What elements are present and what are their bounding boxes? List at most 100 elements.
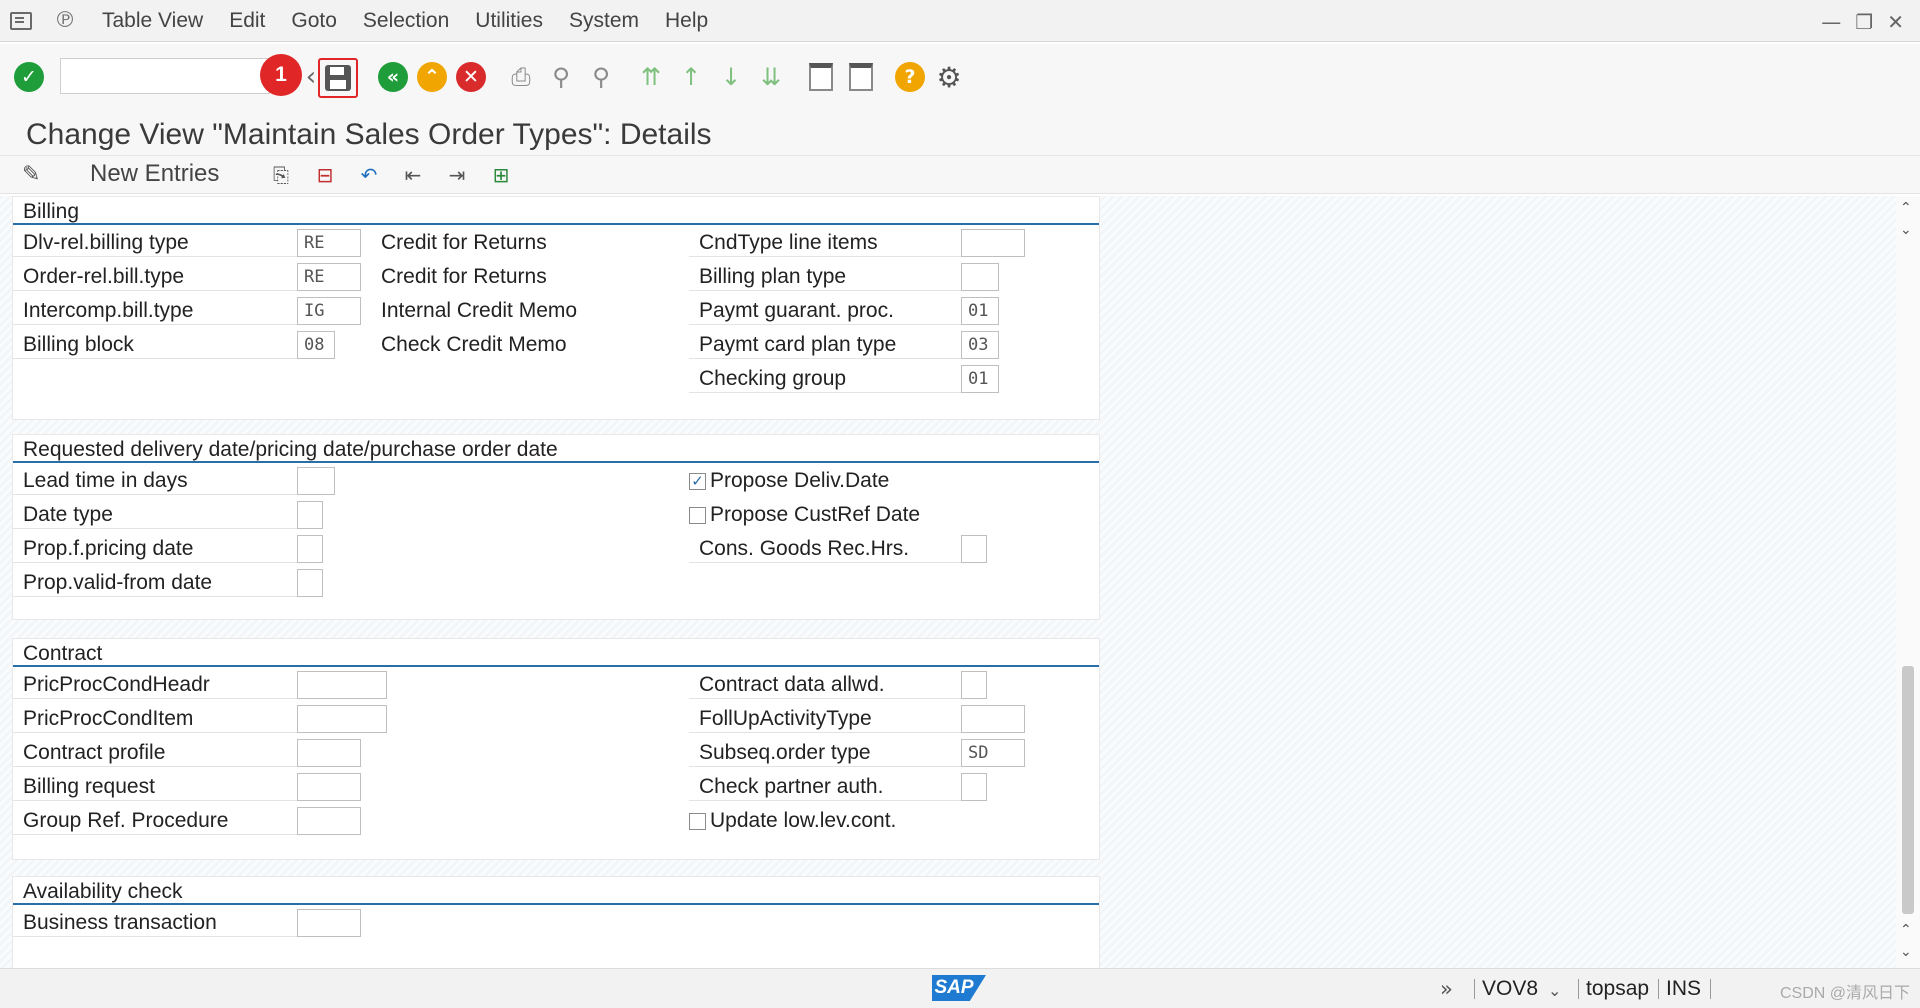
previous-page-icon[interactable]: ↑ [676,62,706,92]
paymt-card-plan-type-label: Paymt card plan type [689,331,961,359]
customize-layout-icon[interactable]: ℗ [54,8,76,33]
print-icon[interactable]: ⎙ [506,62,536,92]
menu-goto[interactable]: Goto [291,9,337,33]
vertical-scrollbar[interactable]: ⌃ ⌄ ⌃ ⌄ [1896,196,1920,968]
prop-valid-from-date-field[interactable] [297,569,323,597]
contract-data-allwd-field[interactable] [961,671,987,699]
menu-bar: ℗ Table View Edit Goto Selection Utiliti… [0,0,1920,42]
application-toolbar: ✎ New Entries ⎘ ⊟ ↶ ⇤ ⇥ ⊞ [0,156,1920,194]
group-divider [13,903,1099,905]
order-rel-bill-type-field[interactable]: RE [297,263,361,291]
menu-table-view[interactable]: Table View [102,9,203,33]
standard-toolbar: ✓ 1 ‹ « ⌃ ✕ ⎙ ⚲ ⚲ ⇈ ↑ ↓ ⇊ ? ⚙ [0,44,1920,110]
intercomp-bill-type-field[interactable]: IG [297,297,361,325]
dlv-rel-billing-type-field[interactable]: RE [297,229,361,257]
pricproc-cond-item-field[interactable] [297,705,387,733]
contract-group: Contract PricProcCondHeadr PricProcCondI… [12,638,1100,860]
dlv-rel-billing-type-desc: Credit for Returns [381,231,547,254]
save-button[interactable] [318,58,358,98]
menu-icon[interactable] [10,11,32,30]
availability-group: Availability check Business transaction [12,876,1100,968]
new-session-icon[interactable] [806,62,836,92]
checking-group-label: Checking group [689,365,961,393]
enter-icon[interactable]: ✓ [14,62,44,92]
group-divider [13,665,1099,667]
group-ref-procedure-field[interactable] [297,807,361,835]
contract-profile-field[interactable] [297,739,361,767]
new-entries-button[interactable]: New Entries [90,160,219,188]
billing-request-field[interactable] [297,773,361,801]
scroll-up-icon[interactable]: ⌃ [1900,200,1912,216]
select-all-icon[interactable]: ⊞ [488,162,514,188]
menu-utilities[interactable]: Utilities [475,9,543,33]
menu-edit[interactable]: Edit [229,9,265,33]
contract-group-title: Contract [23,642,103,665]
dlv-rel-billing-type-label: Dlv-rel.billing type [13,229,297,257]
billing-plan-type-label: Billing plan type [689,263,961,291]
exit-icon[interactable]: ⌃ [417,62,447,92]
display-change-icon[interactable]: ✎ [22,162,40,187]
command-field[interactable] [60,58,270,94]
status-separator [1578,979,1579,999]
previous-entry-icon[interactable]: ⇤ [400,162,426,188]
find-next-icon[interactable]: ⚲ [586,62,616,92]
date-type-field[interactable] [297,501,323,529]
propose-deliv-date-checkbox[interactable]: ✓ [689,473,706,490]
cndtype-line-items-field[interactable] [961,229,1025,257]
cancel-icon[interactable]: ✕ [456,62,486,92]
create-shortcut-icon[interactable] [846,62,876,92]
contract-data-allwd-label: Contract data allwd. [689,671,961,699]
propose-custref-date-checkbox[interactable] [689,507,706,524]
chevron-down-icon[interactable]: ⌄ [1548,981,1561,1000]
paymt-card-plan-type-field[interactable]: 03 [961,331,999,359]
propose-deliv-date-label: Propose Deliv.Date [710,469,890,492]
prop-pricing-date-field[interactable] [297,535,323,563]
check-partner-auth-field[interactable] [961,773,987,801]
help-icon[interactable]: ? [895,62,925,92]
last-page-icon[interactable]: ⇊ [756,62,786,92]
restore-icon[interactable]: ❐ [1855,10,1873,34]
scrollbar-thumb[interactable] [1902,666,1914,914]
next-entry-icon[interactable]: ⇥ [444,162,470,188]
menu-help[interactable]: Help [665,9,708,33]
group-divider [13,223,1099,225]
find-icon[interactable]: ⚲ [546,62,576,92]
business-transaction-field[interactable] [297,909,361,937]
prop-pricing-date-label: Prop.f.pricing date [13,535,297,563]
propose-custref-date-label: Propose CustRef Date [710,503,921,526]
menu-system[interactable]: System [569,9,639,33]
update-low-lev-cont-checkbox[interactable] [689,813,706,830]
paymt-guarant-proc-field[interactable]: 01 [961,297,999,325]
checking-group-field[interactable]: 01 [961,365,999,393]
update-low-lev-cont-label: Update low.lev.cont. [710,809,897,832]
scroll-page-down-icon[interactable]: ⌄ [1900,222,1912,238]
lead-time-field[interactable] [297,467,335,495]
settings-gear-icon[interactable]: ⚙ [934,61,964,94]
billing-block-field[interactable]: 08 [297,331,335,359]
follup-activity-type-label: FollUpActivityType [689,705,961,733]
follup-activity-type-field[interactable] [961,705,1025,733]
scroll-down-icon[interactable]: ⌄ [1900,944,1912,960]
collapse-status-icon[interactable]: » [1440,977,1453,1001]
cndtype-line-items-label: CndType line items [689,229,961,257]
next-page-icon[interactable]: ↓ [716,62,746,92]
billing-plan-type-field[interactable] [961,263,999,291]
back-icon[interactable]: « [378,62,408,92]
first-page-icon[interactable]: ⇈ [636,62,666,92]
close-window-icon[interactable]: ✕ [1887,10,1904,34]
server-name: topsap [1586,977,1650,1000]
undo-change-icon[interactable]: ↶ [356,162,382,188]
scroll-page-up-icon[interactable]: ⌃ [1900,922,1912,938]
pricproc-cond-headr-field[interactable] [297,671,387,699]
window-controls: — ❐ ✕ [1821,10,1904,34]
copy-as-icon[interactable]: ⎘ [268,162,294,188]
pricproc-cond-item-label: PricProcCondItem [13,705,297,733]
billing-group: Billing Dlv-rel.billing type RE Credit f… [12,196,1100,420]
delete-icon[interactable]: ⊟ [312,162,338,188]
save-icon [325,65,351,91]
menu-selection[interactable]: Selection [363,9,449,33]
cons-goods-rec-hrs-field[interactable] [961,535,987,563]
subseq-order-type-field[interactable]: SD [961,739,1025,767]
minimize-icon[interactable]: — [1821,10,1841,34]
intercomp-bill-type-label: Intercomp.bill.type [13,297,297,325]
